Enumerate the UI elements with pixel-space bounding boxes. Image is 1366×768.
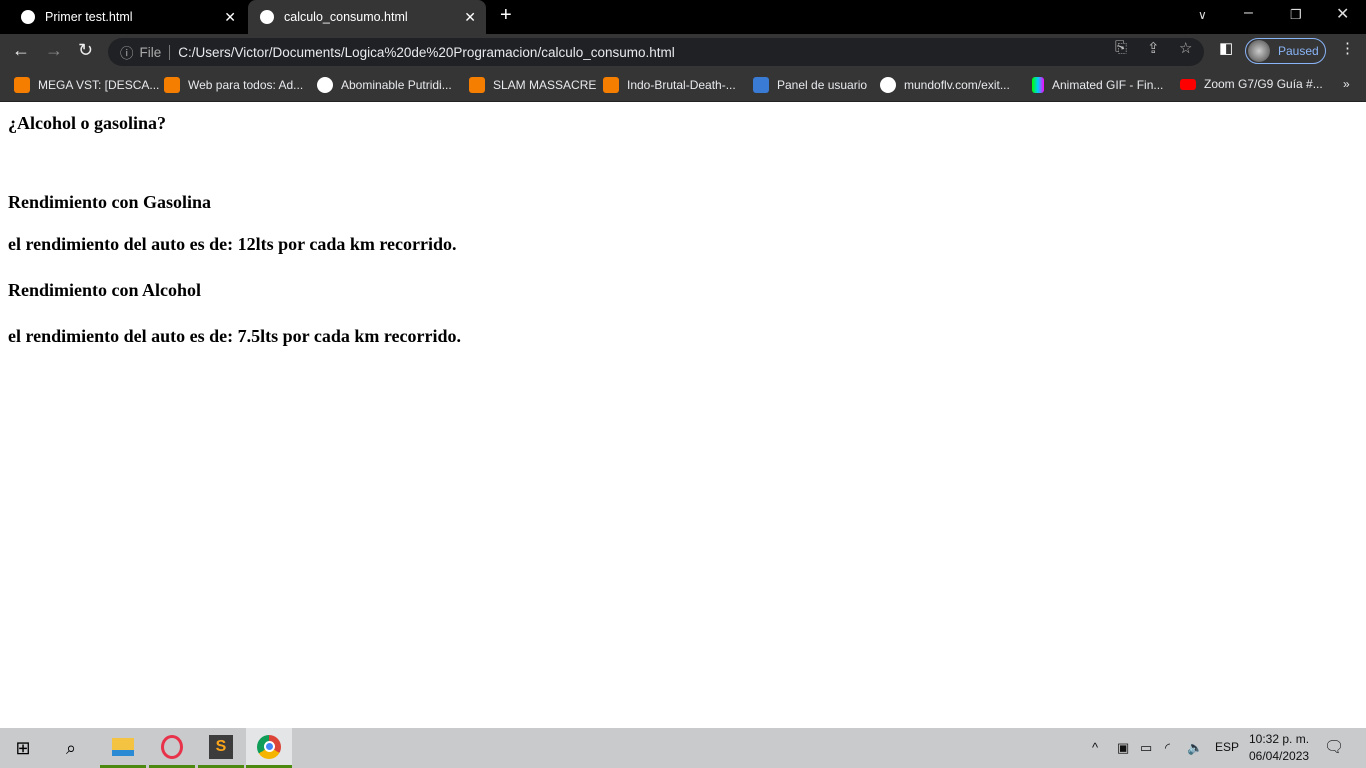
more-bookmarks-icon[interactable]: » [1343, 77, 1350, 91]
chrome-icon [257, 734, 281, 759]
giphy-icon [1032, 77, 1044, 93]
opera-icon [161, 734, 183, 759]
profile-status: Paused [1278, 44, 1319, 58]
youtube-icon [1180, 78, 1196, 90]
folder-icon [112, 737, 134, 756]
tab-strip: Primer test.html ✕ calculo_consumo.html … [0, 0, 1366, 34]
bookmark-label: Abominable Putridi... [341, 78, 452, 92]
bookmark-item[interactable]: Indo-Brutal-Death-... [603, 77, 736, 93]
bookmark-item[interactable]: SLAM MASSACRE [469, 77, 596, 93]
tab-primer-test[interactable]: Primer test.html ✕ [0, 0, 246, 34]
new-tab-button[interactable]: + [500, 4, 512, 27]
bookmark-item[interactable]: Web para todos: Ad... [164, 77, 303, 93]
bookmark-item[interactable]: MEGA VST: [DESCA... [14, 77, 159, 93]
bookmarks-bar: MEGA VST: [DESCA... Web para todos: Ad..… [0, 68, 1366, 102]
search-button[interactable]: ⌕ [48, 728, 94, 768]
bookmark-label: Indo-Brutal-Death-... [627, 78, 736, 92]
blogger-icon [164, 77, 180, 93]
tab-title: Primer test.html [45, 10, 133, 24]
bookmark-label: MEGA VST: [DESCA... [38, 78, 160, 92]
bookmark-label: SLAM MASSACRE [493, 78, 597, 92]
translate-icon[interactable]: ⎘ [1115, 39, 1127, 56]
browser-toolbar: ← → ↻ ⓘ File C:/Users/Victor/Documents/L… [0, 34, 1366, 68]
url-text[interactable]: C:/Users/Victor/Documents/Logica%20de%20… [178, 45, 675, 60]
forward-button[interactable]: → [45, 40, 63, 61]
avatar [1248, 40, 1270, 62]
close-tab-icon[interactable]: ✕ [224, 9, 236, 26]
globe-icon [317, 77, 333, 93]
minimize-button[interactable]: – [1244, 4, 1253, 22]
bookmark-star-icon[interactable]: ☆ [1179, 39, 1192, 57]
bookmark-label: Web para todos: Ad... [188, 78, 304, 92]
menu-icon[interactable]: ⋮ [1340, 39, 1355, 57]
blogger-icon [14, 77, 30, 93]
gasoline-heading: Rendimiento con Gasolina [8, 192, 212, 212]
tab-calculo-consumo[interactable]: calculo_consumo.html ✕ [248, 0, 486, 34]
tab-search-icon[interactable]: ∨ [1198, 8, 1207, 22]
sublime-icon: S [209, 734, 233, 759]
scheme-label: File [140, 44, 171, 60]
bookmark-item[interactable]: Zoom G7/G9 Guía #... [1180, 77, 1323, 91]
bookmark-item[interactable]: Abominable Putridi... [317, 77, 452, 93]
alcohol-heading: Rendimiento con Alcohol [8, 280, 202, 300]
language-indicator[interactable]: ESP [1215, 740, 1239, 754]
show-hidden-icons[interactable]: ^ [1092, 740, 1098, 755]
windows-icon: ⊞ [15, 737, 31, 758]
chrome-button[interactable] [246, 728, 292, 768]
info-icon[interactable]: ⓘ [120, 42, 134, 62]
tab-title: calculo_consumo.html [284, 10, 408, 24]
tt-icon [753, 77, 769, 93]
globe-icon [880, 77, 896, 93]
volume-icon[interactable]: 🔈 [1187, 740, 1203, 756]
page-title: ¿Alcohol o gasolina? [8, 113, 167, 133]
opera-button[interactable] [149, 728, 195, 768]
notifications-icon[interactable]: 🗨 [1324, 737, 1344, 757]
camera-icon[interactable]: ▣ [1117, 740, 1129, 756]
bookmark-label: Animated GIF - Fin... [1052, 78, 1164, 92]
search-icon: ⌕ [65, 737, 77, 758]
bookmark-item[interactable]: Animated GIF - Fin... [1032, 77, 1163, 93]
file-explorer-button[interactable] [100, 728, 146, 768]
start-button[interactable]: ⊞ [0, 728, 46, 768]
wifi-icon[interactable]: ◜ [1165, 740, 1170, 756]
close-tab-icon[interactable]: ✕ [464, 9, 476, 26]
battery-icon[interactable]: ▭ [1140, 740, 1152, 756]
bookmark-label: Zoom G7/G9 Guía #... [1204, 77, 1323, 91]
blogger-icon [603, 77, 619, 93]
side-panel-icon[interactable]: ◧ [1219, 39, 1233, 57]
bookmark-item[interactable]: Panel de usuario [753, 77, 867, 93]
close-window-button[interactable]: ✕ [1336, 4, 1349, 24]
share-icon[interactable]: ⇪ [1147, 39, 1160, 57]
alcohol-result: el rendimiento del auto es de: 7.5lts po… [8, 326, 461, 346]
bookmark-label: mundoflv.com/exit... [904, 78, 1010, 92]
reload-button[interactable]: ↻ [78, 40, 93, 61]
restore-button[interactable]: ❐ [1290, 7, 1302, 23]
sublime-text-button[interactable]: S [198, 728, 244, 768]
date: 06/04/2023 [1249, 749, 1310, 763]
gasoline-result: el rendimiento del auto es de: 12lts por… [8, 234, 457, 254]
time: 10:32 p. m. [1249, 732, 1310, 746]
globe-icon [21, 10, 35, 24]
address-bar[interactable]: ⓘ File C:/Users/Victor/Documents/Logica%… [108, 38, 1204, 66]
bookmark-label: Panel de usuario [777, 78, 868, 92]
blogger-icon [469, 77, 485, 93]
profile-button[interactable]: Paused [1245, 38, 1326, 64]
bookmark-item[interactable]: mundoflv.com/exit... [880, 77, 1010, 93]
back-button[interactable]: ← [12, 40, 30, 61]
taskbar: ⊞ ⌕ S ^ ▣ ▭ ◜ 🔈 ESP 10:32 p. m. 06/04/20… [0, 728, 1366, 768]
globe-icon [260, 10, 274, 24]
clock[interactable]: 10:32 p. m. 06/04/2023 [1249, 731, 1309, 765]
